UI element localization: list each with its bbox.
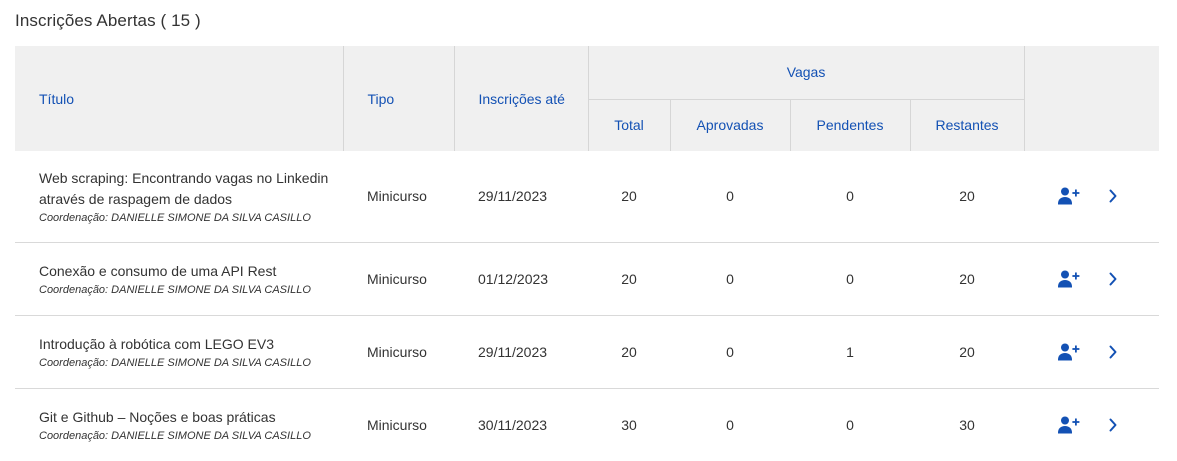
vagas-pending: 1: [846, 343, 854, 360]
user-plus-icon[interactable]: [1056, 414, 1082, 436]
header-pending: Pendentes: [790, 99, 911, 151]
table-row: Conexão e consumo de uma API Rest Coorde…: [15, 242, 1160, 315]
header-approved: Aprovadas: [670, 99, 791, 151]
user-plus-icon[interactable]: [1056, 268, 1082, 290]
course-title: Conexão e consumo de uma API Rest: [39, 262, 277, 279]
course-type: Minicurso: [367, 343, 427, 360]
header-remaining: Restantes: [910, 99, 1025, 151]
table-header: Título Tipo Inscrições até Vagas Total A…: [15, 46, 1160, 151]
table-row: Web scraping: Encontrando vagas no Linke…: [15, 151, 1160, 242]
chevron-right-icon[interactable]: [1103, 268, 1123, 290]
course-deadline: 29/11/2023: [478, 188, 548, 205]
user-plus-icon[interactable]: [1056, 341, 1082, 363]
course-title-cell: Conexão e consumo de uma API Rest Coorde…: [15, 242, 343, 315]
course-title: Introdução à robótica com LEGO EV3: [39, 335, 275, 352]
chevron-right-icon[interactable]: [1103, 414, 1123, 436]
vagas-total: 20: [621, 343, 637, 360]
course-title-cell: Git e Github – Noções e boas práticas Co…: [15, 388, 343, 461]
course-deadline: 01/12/2023: [478, 270, 549, 287]
table-row: Git e Github – Noções e boas práticas Co…: [15, 388, 1160, 461]
header-actions: [1024, 46, 1160, 151]
course-deadline: 30/11/2023: [478, 416, 548, 433]
vagas-total: 30: [621, 416, 637, 433]
header-type: Tipo: [343, 46, 455, 151]
vagas-pending: 0: [846, 188, 854, 205]
row-actions: [1024, 151, 1159, 242]
row-actions: [1024, 388, 1159, 461]
vagas-total: 20: [621, 188, 637, 205]
course-type: Minicurso: [367, 416, 427, 433]
course-coordination: Coordenação: DANIELLE SIMONE DA SILVA CA…: [39, 429, 311, 442]
vagas-approved: 0: [726, 416, 734, 433]
header-title: Título: [15, 46, 344, 151]
vagas-pending: 0: [846, 270, 854, 287]
vagas-remaining: 30: [959, 416, 975, 433]
header-deadline: Inscrições até: [454, 46, 589, 151]
header-total: Total: [588, 99, 671, 151]
courses-table: Título Tipo Inscrições até Vagas Total A…: [15, 46, 1160, 461]
vagas-remaining: 20: [959, 343, 975, 360]
section-title: Inscrições Abertas ( 15 ): [15, 11, 201, 30]
course-type: Minicurso: [367, 188, 427, 205]
vagas-remaining: 20: [959, 188, 975, 205]
header-vagas: Vagas: [588, 46, 1025, 100]
course-coordination: Coordenação: DANIELLE SIMONE DA SILVA CA…: [39, 356, 311, 369]
course-title: Web scraping: Encontrando vagas no Linke…: [39, 169, 329, 207]
vagas-total: 20: [621, 270, 637, 287]
user-plus-icon[interactable]: [1056, 185, 1082, 207]
row-actions: [1024, 242, 1159, 315]
vagas-approved: 0: [726, 343, 734, 360]
chevron-right-icon[interactable]: [1103, 185, 1123, 207]
vagas-pending: 0: [846, 416, 854, 433]
course-deadline: 29/11/2023: [478, 343, 548, 360]
course-coordination: Coordenação: DANIELLE SIMONE DA SILVA CA…: [39, 211, 311, 224]
course-coordination: Coordenação: DANIELLE SIMONE DA SILVA CA…: [39, 283, 311, 296]
course-title: Git e Github – Noções e boas práticas: [39, 408, 276, 425]
vagas-approved: 0: [726, 188, 734, 205]
chevron-right-icon[interactable]: [1103, 341, 1123, 363]
course-title-cell: Web scraping: Encontrando vagas no Linke…: [15, 151, 343, 242]
vagas-approved: 0: [726, 270, 734, 287]
row-actions: [1024, 315, 1159, 388]
vagas-remaining: 20: [959, 270, 975, 287]
course-title-cell: Introdução à robótica com LEGO EV3 Coord…: [15, 315, 343, 388]
table-row: Introdução à robótica com LEGO EV3 Coord…: [15, 315, 1160, 388]
course-type: Minicurso: [367, 270, 427, 287]
